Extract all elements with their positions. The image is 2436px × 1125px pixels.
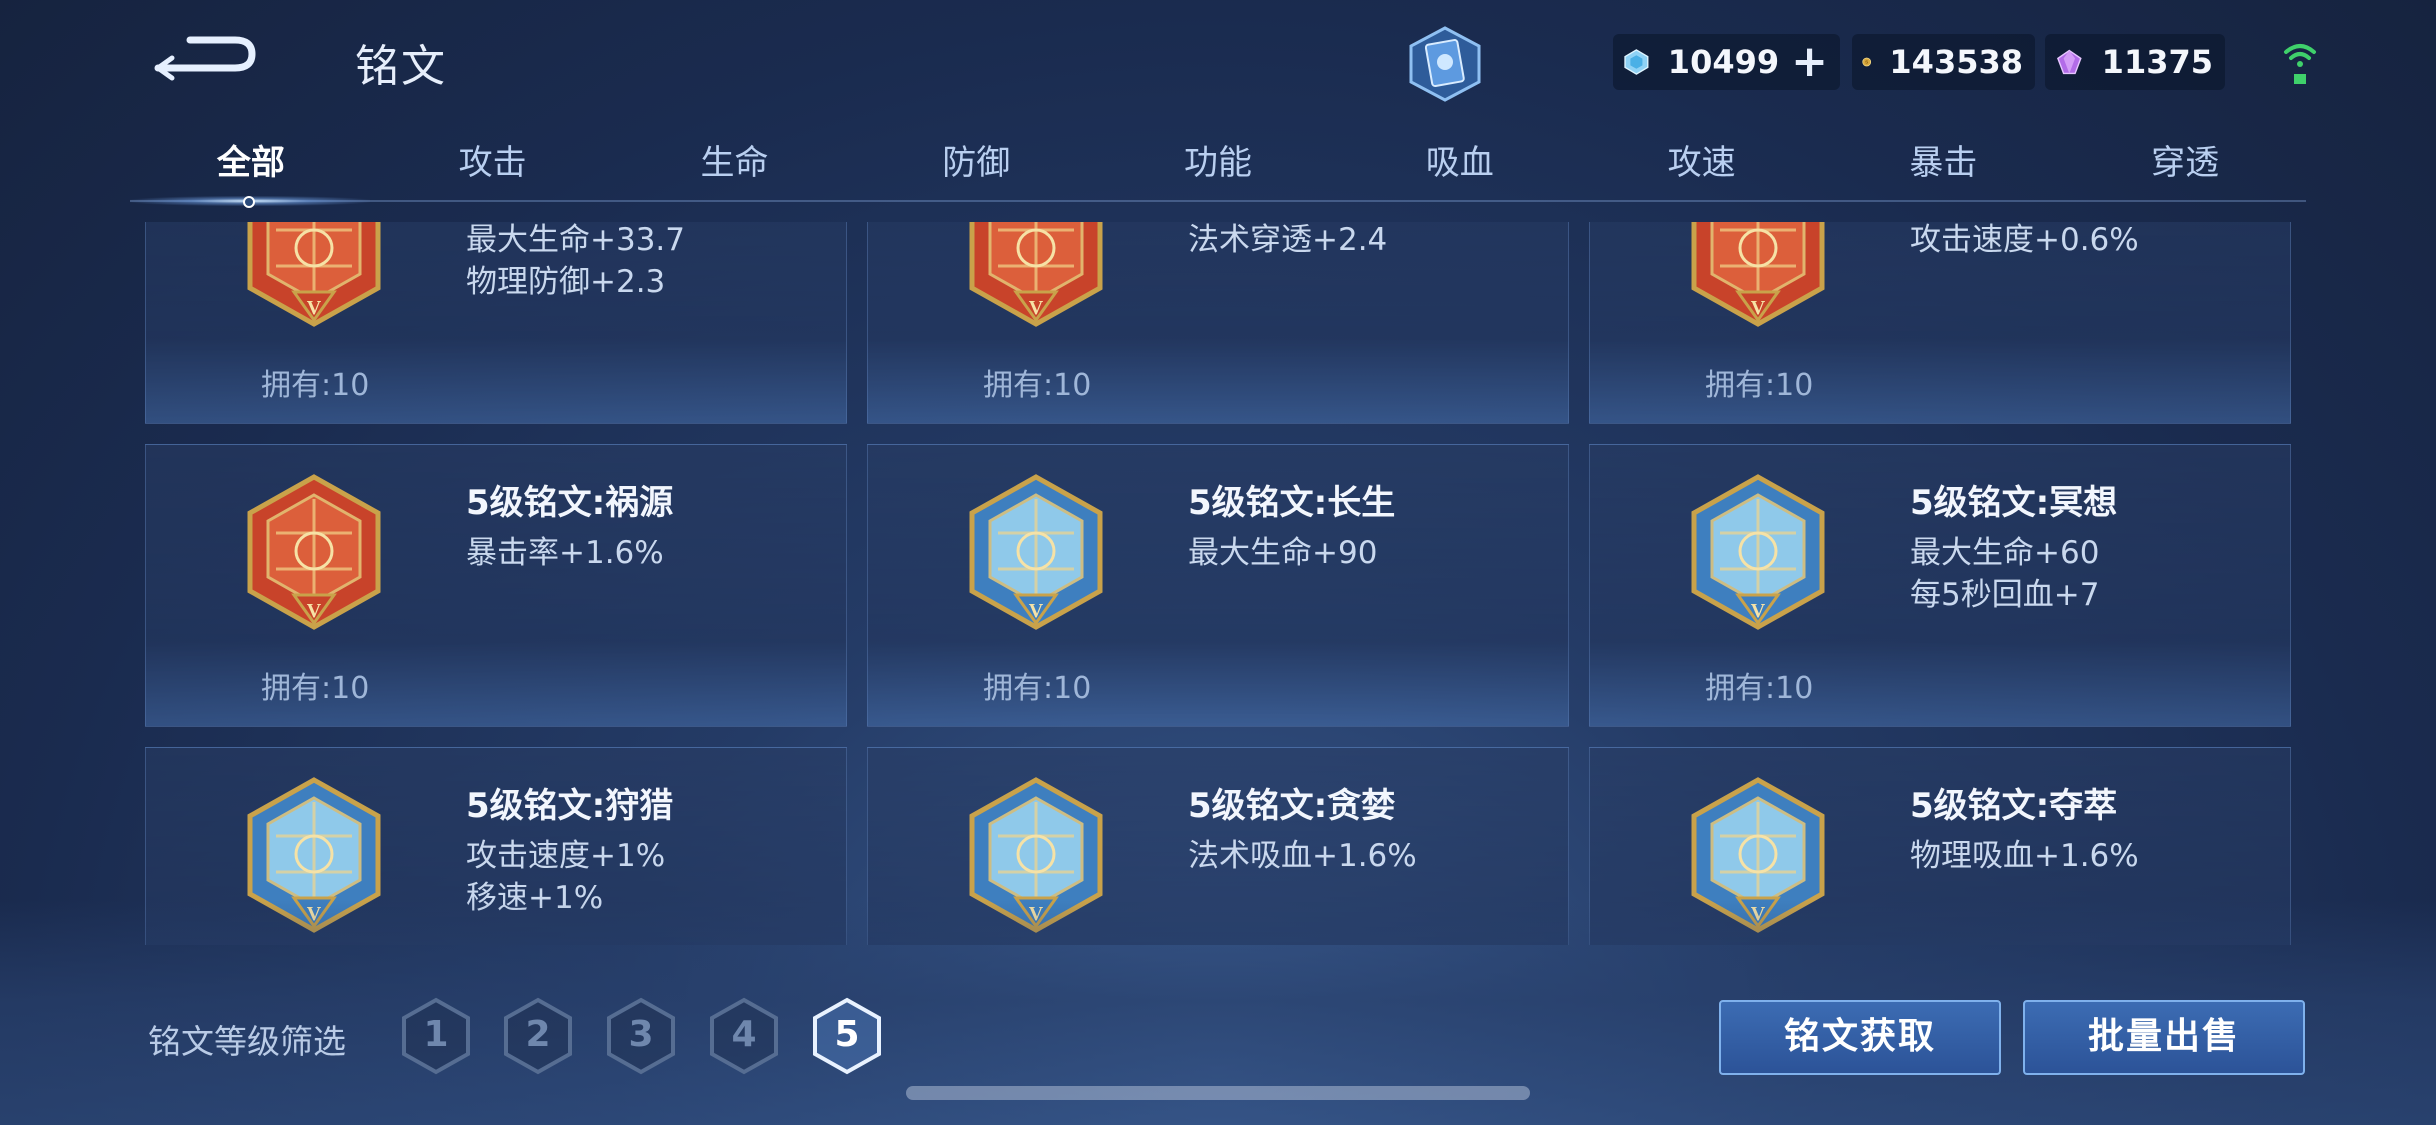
svg-text:V: V	[1751, 903, 1766, 925]
inscription-card[interactable]: V攻击速度+1%最大生命+33.7物理防御+2.3拥有:10	[145, 222, 847, 424]
diamond-value: 10499	[1667, 43, 1780, 81]
inscription-emblem-icon: V	[1690, 222, 1826, 328]
tab-health[interactable]: 生命	[614, 140, 856, 202]
level-filter-4[interactable]: 4	[708, 996, 780, 1076]
svg-text:V: V	[1029, 297, 1044, 319]
tab-attack[interactable]: 攻击	[372, 140, 614, 202]
tab-defense[interactable]: 防御	[855, 140, 1097, 202]
level-filter-label: 1	[423, 1014, 449, 1055]
svg-text:V: V	[307, 297, 322, 319]
page-title: 铭文	[355, 41, 447, 92]
tab-penetration[interactable]: 穿透	[2064, 140, 2306, 202]
inscription-card[interactable]: V 5级铭文:长生最大生命+90 拥有:10	[867, 444, 1569, 727]
inscription-stat: 物理防御+2.3	[466, 264, 666, 300]
home-indicator[interactable]	[906, 1086, 1530, 1100]
inscription-emblem-icon: V	[1690, 473, 1826, 631]
inscription-stat: 最大生命+90	[1188, 535, 1378, 571]
inscription-card[interactable]: V5级铭文:狩猎攻击速度+1%移速+1%拥有:10	[145, 747, 847, 945]
inscription-stat: 物理吸血+1.6%	[1910, 838, 2139, 874]
svg-text:V: V	[1751, 297, 1766, 319]
inscription-emblem-icon: V	[246, 222, 382, 328]
obtain-inscription-button[interactable]: 铭文获取	[1719, 1000, 2001, 1075]
category-tabs: 全部 攻击 生命 防御 功能 吸血 攻速 暴击 穿透	[130, 140, 2306, 202]
svg-text:V: V	[307, 903, 322, 925]
inscription-stat: 法术穿透+2.4	[1188, 222, 1388, 258]
owned-count: 拥有:10	[261, 671, 370, 706]
svg-text:V: V	[1029, 600, 1044, 622]
owned-count: 拥有:10	[1705, 368, 1814, 403]
svg-text:V: V	[1751, 600, 1766, 622]
inscription-name: 5级铭文:冥想	[1910, 483, 2118, 523]
level-filter-3[interactable]: 3	[605, 996, 677, 1076]
inscription-stat: 最大生命+33.7	[466, 222, 685, 258]
level-filter-5[interactable]: 5	[811, 996, 883, 1076]
inscription-name: 5级铭文:狩猎	[466, 786, 674, 826]
inscription-emblem-icon: V	[246, 776, 382, 934]
inscription-card[interactable]: V法术攻击+4.2攻击速度+0.6%拥有:10	[1589, 222, 2291, 424]
inscription-name: 5级铭文:贪婪	[1188, 786, 1396, 826]
inscription-stat: 攻击速度+0.6%	[1910, 222, 2139, 258]
svg-text:S: S	[1865, 60, 1868, 65]
crystal-icon	[2056, 49, 2082, 75]
inscription-stat: 最大生命+60	[1910, 535, 2100, 571]
level-filter-1[interactable]: 1	[400, 996, 472, 1076]
active-tab-dot	[243, 196, 255, 208]
inscription-emblem-icon: V	[968, 222, 1104, 328]
inscription-stat: 移速+1%	[466, 880, 604, 916]
crystal-value: 11375	[2101, 43, 2213, 81]
inscription-emblem-icon: V	[968, 473, 1104, 631]
inscription-card[interactable]: V 5级铭文:祸源暴击率+1.6% 拥有:10	[145, 444, 847, 727]
inscription-card[interactable]: V法术攻击+4.2法术穿透+2.4拥有:10	[867, 222, 1569, 424]
inscription-card[interactable]: V5级铭文:夺萃物理吸血+1.6%拥有:10	[1589, 747, 2291, 945]
owned-count: 拥有:10	[983, 671, 1092, 706]
diamond-balance: 10499 +	[1613, 34, 1840, 90]
level-filter-label: 3	[628, 1014, 654, 1055]
level-filter-label: 2	[525, 1014, 551, 1055]
inscription-stat: 法术吸血+1.6%	[1188, 838, 1417, 874]
inscription-card[interactable]: V 5级铭文:冥想最大生命+60 每5秒回血+7 拥有:10	[1589, 444, 2291, 727]
owned-count: 拥有:10	[1705, 671, 1814, 706]
owned-count: 拥有:10	[983, 368, 1092, 403]
back-arrow-icon	[154, 36, 256, 81]
gold-value: 143538	[1889, 43, 2023, 81]
add-diamond-button[interactable]: +	[1791, 40, 1828, 84]
gold-coin-icon: S	[1862, 57, 1872, 67]
diamond-icon	[1624, 49, 1649, 75]
inscription-grid[interactable]: V攻击速度+1%最大生命+33.7物理防御+2.3拥有:10V法术攻击+4.2法…	[145, 222, 2291, 945]
inscription-name: 5级铭文:夺萃	[1910, 786, 2118, 826]
inscription-book-icon[interactable]	[1405, 24, 1485, 104]
svg-text:V: V	[1029, 903, 1044, 925]
tab-critical[interactable]: 暴击	[1822, 140, 2064, 202]
top-bar: 铭文 10499 + S 143538 11375	[0, 0, 2436, 130]
bulk-sell-button[interactable]: 批量出售	[2023, 1000, 2305, 1075]
inscription-card[interactable]: V5级铭文:贪婪法术吸血+1.6%拥有:10	[867, 747, 1569, 945]
tab-divider	[130, 200, 2306, 202]
level-filter-2[interactable]: 2	[502, 996, 574, 1076]
owned-count: 拥有:10	[261, 368, 370, 403]
inscription-name: 5级铭文:祸源	[466, 483, 674, 523]
tab-attack-speed[interactable]: 攻速	[1581, 140, 1823, 202]
svg-text:V: V	[307, 600, 322, 622]
tab-utility[interactable]: 功能	[1097, 140, 1339, 202]
tab-all[interactable]: 全部	[130, 140, 372, 202]
network-signal-icon	[2280, 36, 2320, 88]
inscription-stat: 暴击率+1.6%	[466, 535, 664, 571]
level-filter-label: 4	[731, 1014, 757, 1055]
crystal-balance: 11375	[2045, 34, 2225, 90]
inscription-emblem-icon: V	[968, 776, 1104, 934]
inscription-emblem-icon: V	[1690, 776, 1826, 934]
back-button[interactable]	[150, 28, 260, 88]
level-filter-label: 铭文等级筛选	[148, 1022, 346, 1061]
inscription-stat: 攻击速度+1%	[466, 838, 666, 874]
level-filter-label: 5	[834, 1014, 860, 1055]
inscription-emblem-icon: V	[246, 473, 382, 631]
inscription-stat: 每5秒回血+7	[1910, 577, 2100, 613]
inscription-name: 5级铭文:长生	[1188, 483, 1396, 523]
tab-lifesteal[interactable]: 吸血	[1339, 140, 1581, 202]
gold-balance: S 143538	[1852, 34, 2035, 90]
